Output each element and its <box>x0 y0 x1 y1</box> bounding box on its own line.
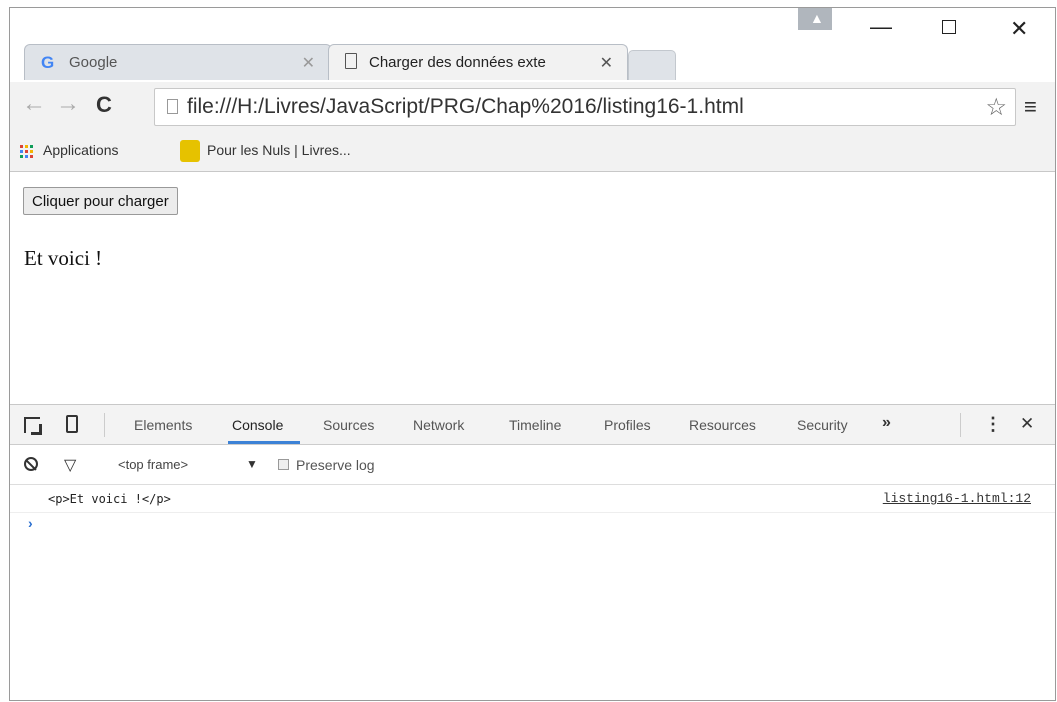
devtools-tab-bar: Elements Console Sources Network Timelin… <box>10 405 1055 445</box>
browser-toolbar: ← → C file:///H:/Livres/JavaScript/PRG/C… <box>10 82 1055 132</box>
document-icon <box>345 53 357 69</box>
pour-les-nuls-icon <box>180 140 200 162</box>
bookmark-star-icon[interactable]: ☆ <box>985 93 1007 122</box>
filter-icon[interactable]: ▽ <box>64 455 76 475</box>
tab-resources[interactable]: Resources <box>689 417 756 433</box>
tab-close-icon[interactable]: ✕ <box>600 53 613 73</box>
bookmark-applications[interactable]: Applications <box>43 142 119 158</box>
frame-selector[interactable]: <top frame> <box>118 457 188 472</box>
tab-label: Charger des données exte <box>369 54 546 71</box>
tab-close-icon[interactable]: ✕ <box>302 53 315 73</box>
console-message-row: <p>Et voici !</p> listing16-1.html:12 <box>10 485 1055 513</box>
reload-button[interactable]: C <box>96 92 112 118</box>
tab-sources[interactable]: Sources <box>323 417 374 433</box>
close-window-button[interactable]: ✕ <box>1010 16 1028 42</box>
tab-timeline[interactable]: Timeline <box>509 417 561 433</box>
divider <box>104 413 105 437</box>
tab-network[interactable]: Network <box>413 417 464 433</box>
profile-button[interactable]: ▲ <box>798 8 832 30</box>
new-tab-button[interactable] <box>628 50 676 80</box>
person-icon: ▲ <box>810 10 824 26</box>
active-tab-indicator <box>228 441 300 444</box>
tab-strip: G Google ✕ Charger des données exte ✕ ▲ … <box>10 8 1055 82</box>
preserve-log-checkbox[interactable] <box>278 459 289 470</box>
device-mode-icon[interactable] <box>66 415 78 433</box>
dropdown-arrow-icon[interactable]: ▼ <box>246 457 258 471</box>
bookmarks-bar: Applications Pour les Nuls | Livres... <box>10 132 1055 172</box>
inspect-element-icon[interactable] <box>24 417 42 435</box>
tab-elements[interactable]: Elements <box>134 417 192 433</box>
console-message: <p>Et voici !</p> <box>48 492 171 506</box>
devtools-close-button[interactable]: ✕ <box>1020 414 1034 434</box>
preserve-log-label[interactable]: Preserve log <box>296 457 375 473</box>
google-favicon-icon: G <box>41 53 55 72</box>
page-content: Cliquer pour charger Et voici ! <box>10 172 1055 404</box>
console-source-link[interactable]: listing16-1.html:12 <box>883 491 1031 506</box>
tab-security[interactable]: Security <box>797 417 848 433</box>
more-tabs-button[interactable]: » <box>882 414 891 432</box>
tab-active[interactable]: Charger des données exte ✕ <box>328 44 628 80</box>
apps-grid-icon[interactable] <box>20 145 34 159</box>
forward-button[interactable]: → <box>56 90 80 118</box>
back-button[interactable]: ← <box>22 90 46 118</box>
minimize-button[interactable]: — <box>870 14 892 40</box>
console-prompt[interactable]: › <box>28 515 33 531</box>
devtools-panel: Elements Console Sources Network Timelin… <box>10 404 1055 700</box>
page-icon <box>167 99 178 114</box>
tab-label: Google <box>69 54 118 71</box>
maximize-button[interactable] <box>942 20 956 34</box>
devtools-menu-button[interactable]: ⋮ <box>984 414 1002 435</box>
tab-google[interactable]: G Google ✕ <box>24 44 332 80</box>
tab-profiles[interactable]: Profiles <box>604 417 651 433</box>
address-bar[interactable]: file:///H:/Livres/JavaScript/PRG/Chap%20… <box>154 88 1016 126</box>
clear-console-icon[interactable] <box>24 457 38 471</box>
tab-console[interactable]: Console <box>232 417 283 433</box>
console-toolbar: ▽ <top frame> ▼ Preserve log <box>10 445 1055 485</box>
chrome-menu-button[interactable]: ≡ <box>1024 94 1037 120</box>
load-button[interactable]: Cliquer pour charger <box>23 187 178 215</box>
bookmark-pour-les-nuls[interactable]: Pour les Nuls | Livres... <box>207 142 351 158</box>
browser-window: G Google ✕ Charger des données exte ✕ ▲ … <box>9 7 1056 701</box>
divider <box>960 413 961 437</box>
result-paragraph: Et voici ! <box>24 246 103 270</box>
url-text[interactable]: file:///H:/Livres/JavaScript/PRG/Chap%20… <box>187 95 744 119</box>
